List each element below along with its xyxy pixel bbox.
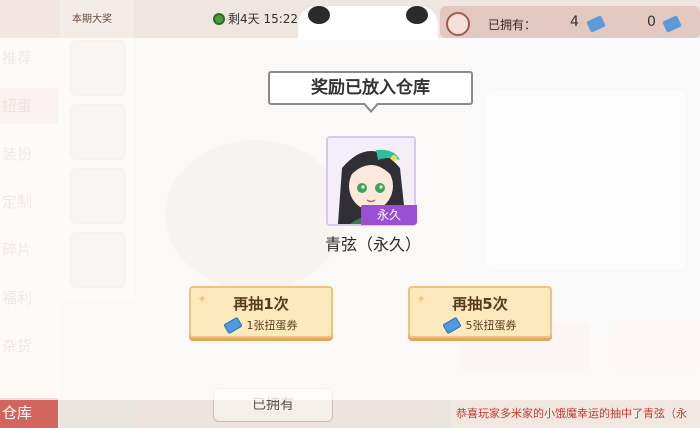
draw-once-label: 再抽1次	[233, 295, 289, 313]
ticket-icon	[441, 316, 462, 334]
owned-label: 已拥有：	[488, 18, 537, 32]
draw-five-cost: 5张扭蛋券	[410, 316, 550, 334]
draw-once-cost: 1张扭蛋券	[191, 316, 331, 334]
item-name: 青弦（永久）	[324, 235, 421, 254]
panda-mascot	[298, 6, 438, 40]
draw-once-button[interactable]: ✦ 再抽1次 1张扭蛋券	[189, 286, 333, 338]
ticket-icon	[222, 316, 243, 334]
title-pointer-inner	[364, 102, 378, 110]
draw-five-button[interactable]: ✦ 再抽5次 5张扭蛋券	[408, 286, 552, 338]
draw-once-cost-text: 1张扭蛋券	[246, 319, 298, 332]
permanent-badge: 永久	[361, 205, 417, 225]
event-timer: 剩4天 15:22	[213, 10, 298, 27]
panda-ear-icon	[406, 6, 428, 24]
clock-icon	[213, 12, 225, 25]
panda-ear-icon	[308, 6, 330, 24]
draw-five-label: 再抽5次	[452, 295, 508, 313]
timer-text: 剩4天 15:22	[228, 12, 299, 26]
gauge-icon	[446, 12, 470, 36]
owned-count-special: 0	[647, 14, 656, 30]
draw-five-cost-text: 5张扭蛋券	[465, 319, 517, 332]
side-item-warehouse[interactable]: 仓库	[0, 398, 58, 428]
reward-title: 奖励已放入仓库	[268, 71, 473, 105]
prize-column-title: 本期大奖	[72, 14, 112, 25]
announcement-marquee: 恭喜玩家多米家的小饿魔幸运的抽中了青弦（永	[450, 400, 700, 428]
owned-count-tickets: 4	[570, 14, 579, 30]
